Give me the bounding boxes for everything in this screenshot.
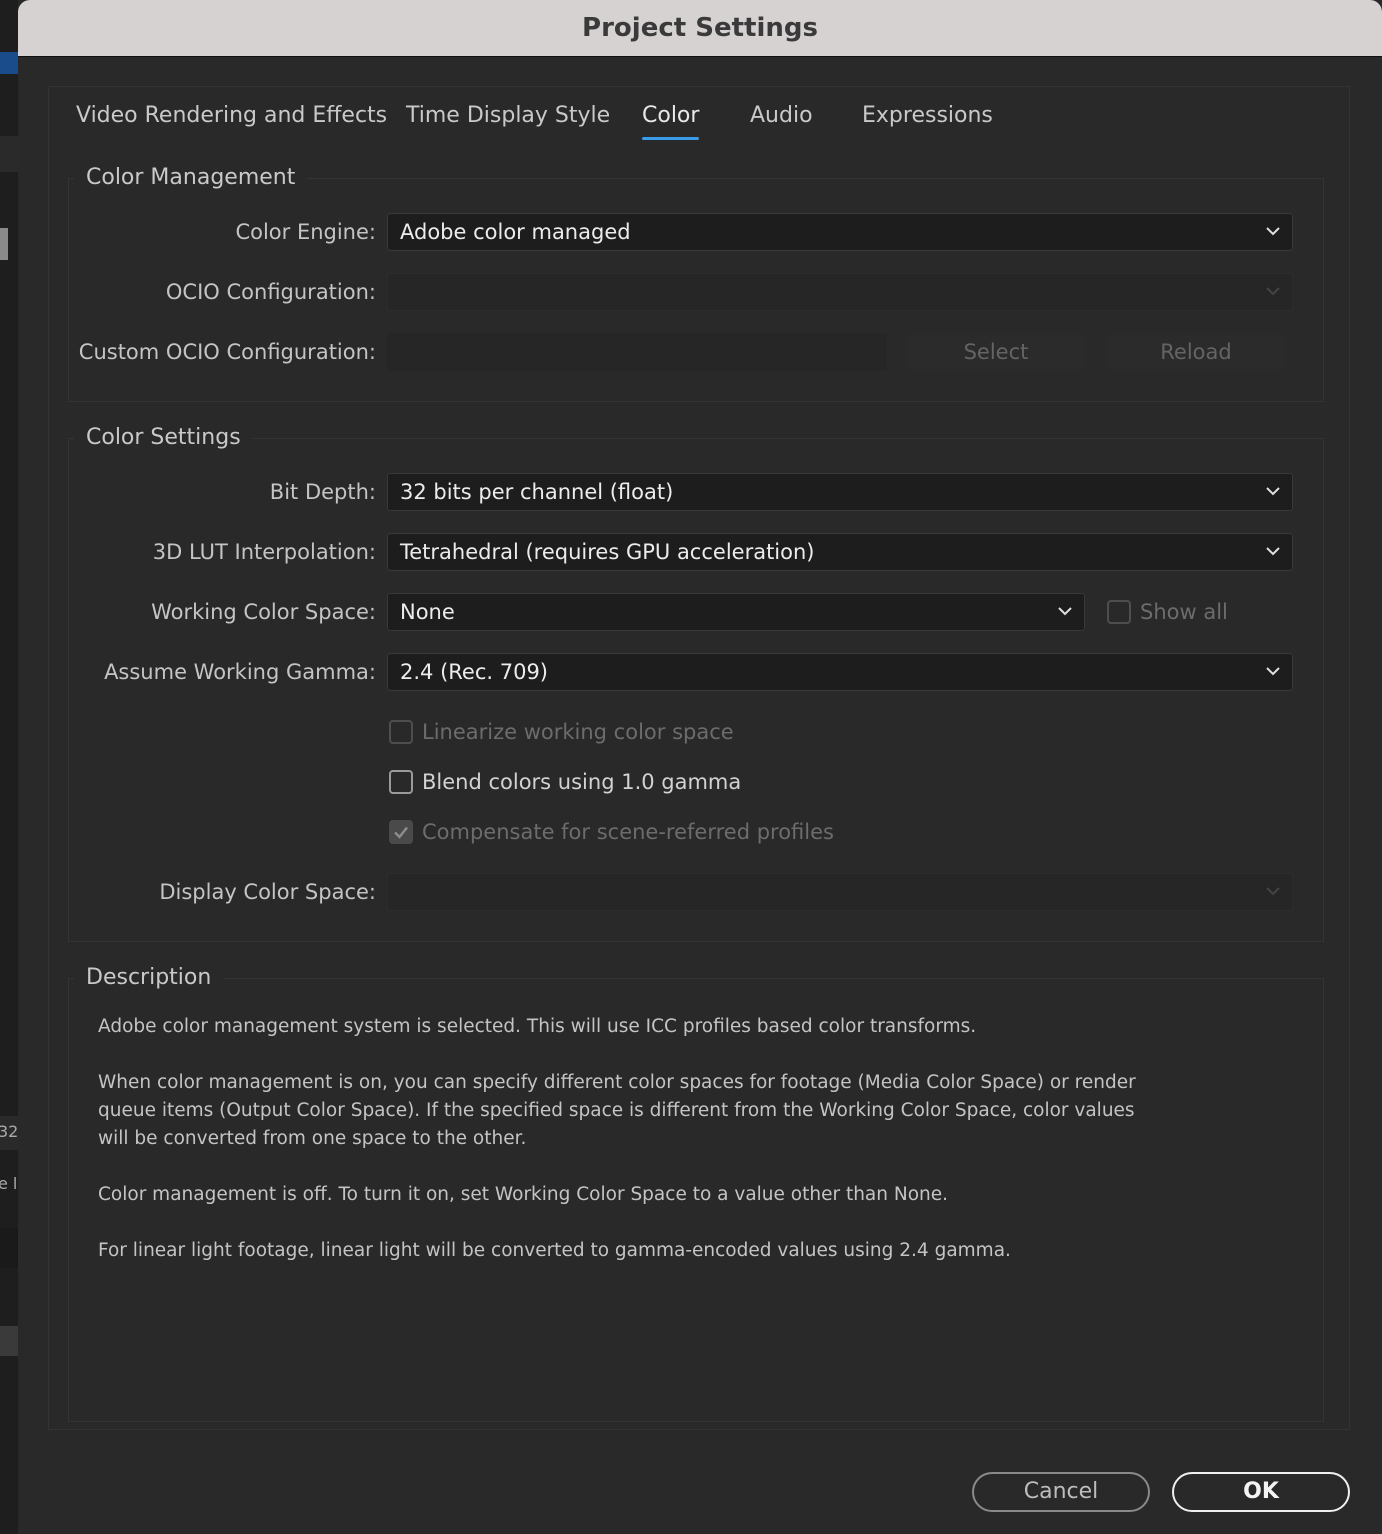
ok-button[interactable]: OK xyxy=(1172,1472,1350,1512)
background-text: e l xyxy=(0,1174,18,1193)
lut-interpolation-value: Tetrahedral (requires GPU acceleration) xyxy=(400,540,815,564)
tab-time-display-style[interactable]: Time Display Style xyxy=(406,102,610,130)
compensate-label: Compensate for scene-referred profiles xyxy=(422,820,834,844)
project-settings-dialog: Project Settings Video Rendering and Eff… xyxy=(18,0,1382,1534)
checkmark-icon xyxy=(394,826,408,839)
working-gamma-label: Assume Working Gamma: xyxy=(104,660,376,684)
chevron-down-icon xyxy=(1266,547,1280,556)
bit-depth-label: Bit Depth: xyxy=(269,480,376,504)
bit-depth-dropdown[interactable]: 32 bits per channel (float) xyxy=(387,473,1293,511)
chevron-down-icon xyxy=(1266,227,1280,236)
background-panel-bar xyxy=(0,1228,18,1268)
working-color-space-value: None xyxy=(400,600,455,624)
tab-audio[interactable]: Audio xyxy=(750,102,813,130)
color-engine-label: Color Engine: xyxy=(235,220,376,244)
description-line: Color management is off. To turn it on, … xyxy=(98,1184,949,1205)
background-panel-block xyxy=(0,228,8,260)
background-meter xyxy=(0,52,18,74)
description-title: Description xyxy=(74,964,224,992)
cancel-button[interactable]: Cancel xyxy=(972,1472,1150,1512)
color-settings-title: Color Settings xyxy=(74,424,253,452)
description-line: Adobe color management system is selecte… xyxy=(98,1016,977,1037)
lut-interpolation-label: 3D LUT Interpolation: xyxy=(152,540,376,564)
description-line: For linear light footage, linear light w… xyxy=(98,1240,1011,1261)
color-management-title: Color Management xyxy=(74,164,308,192)
bit-depth-value: 32 bits per channel (float) xyxy=(400,480,674,504)
tab-video-rendering-and-effects[interactable]: Video Rendering and Effects xyxy=(76,102,387,130)
description-line: will be converted from one space to the … xyxy=(98,1128,527,1149)
working-color-space-dropdown[interactable]: None xyxy=(387,593,1085,631)
compensate-checkbox[interactable] xyxy=(389,820,413,844)
reload-button[interactable]: Reload xyxy=(1108,333,1284,371)
active-tab-indicator xyxy=(642,137,700,140)
linearize-checkbox[interactable] xyxy=(389,720,413,744)
show-all-label: Show all xyxy=(1140,600,1228,624)
description-line: queue items (Output Color Space). If the… xyxy=(98,1100,1135,1121)
chevron-down-icon xyxy=(1266,487,1280,496)
display-color-space-dropdown[interactable] xyxy=(387,873,1293,911)
lut-interpolation-dropdown[interactable]: Tetrahedral (requires GPU acceleration) xyxy=(387,533,1293,571)
background-panel-bar xyxy=(0,1326,18,1356)
tab-color-label: Color xyxy=(642,103,700,128)
display-color-space-label: Display Color Space: xyxy=(159,880,376,904)
color-engine-value: Adobe color managed xyxy=(400,220,631,244)
chevron-down-icon xyxy=(1266,887,1280,896)
working-color-space-label: Working Color Space: xyxy=(151,600,376,624)
custom-ocio-configuration-label: Custom OCIO Configuration: xyxy=(78,340,376,364)
window-title: Project Settings xyxy=(18,0,1382,57)
ocio-configuration-dropdown[interactable] xyxy=(387,273,1293,311)
tab-color[interactable]: Color xyxy=(642,102,700,140)
tab-expressions[interactable]: Expressions xyxy=(862,102,993,130)
background-text: 32 xyxy=(0,1122,18,1141)
show-all-checkbox[interactable] xyxy=(1107,600,1131,624)
select-button[interactable]: Select xyxy=(908,333,1084,371)
ocio-configuration-label: OCIO Configuration: xyxy=(165,280,376,304)
color-engine-dropdown[interactable]: Adobe color managed xyxy=(387,213,1293,251)
background-app-strip: 32 e l xyxy=(0,0,18,1534)
blend-colors-checkbox[interactable] xyxy=(389,770,413,794)
description-line: When color management is on, you can spe… xyxy=(98,1072,1136,1093)
linearize-label: Linearize working color space xyxy=(422,720,734,744)
chevron-down-icon xyxy=(1266,667,1280,676)
custom-ocio-configuration-field[interactable] xyxy=(387,333,887,371)
chevron-down-icon xyxy=(1266,287,1280,296)
chevron-down-icon xyxy=(1058,607,1072,616)
background-panel-bar xyxy=(0,136,18,172)
working-gamma-dropdown[interactable]: 2.4 (Rec. 709) xyxy=(387,653,1293,691)
blend-colors-label: Blend colors using 1.0 gamma xyxy=(422,770,742,794)
working-gamma-value: 2.4 (Rec. 709) xyxy=(400,660,549,684)
